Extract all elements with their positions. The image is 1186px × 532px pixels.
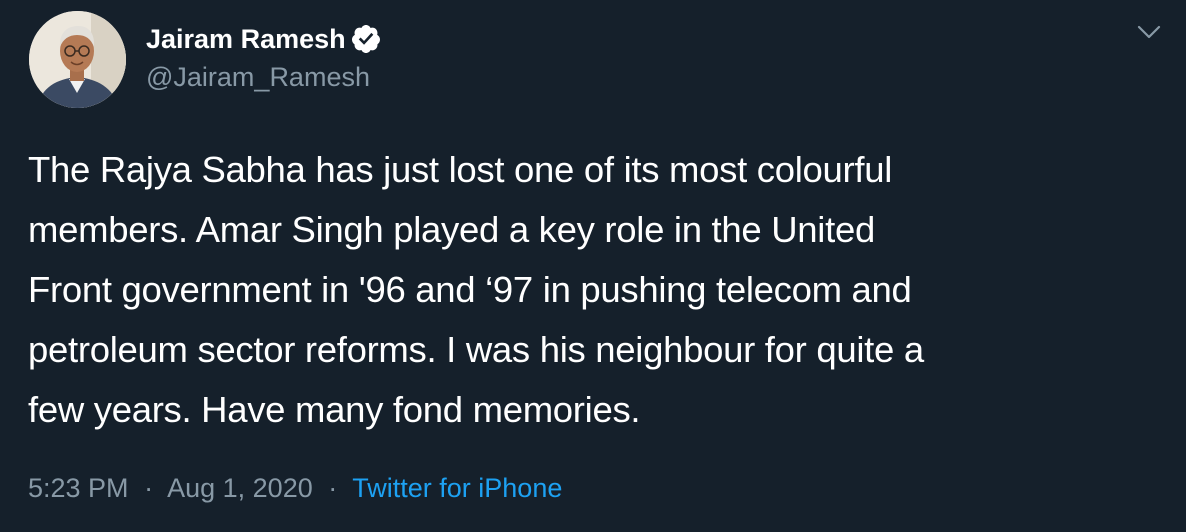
verified-badge-icon xyxy=(350,23,382,55)
tweet-card: Jairam Ramesh @Jairam_Ramesh The Rajya S… xyxy=(0,0,1186,532)
tweet-text-line: petroleum sector reforms. I was his neig… xyxy=(28,329,924,370)
author-block[interactable]: Jairam Ramesh @Jairam_Ramesh xyxy=(146,21,382,96)
tweet-source-link[interactable]: Twitter for iPhone xyxy=(352,473,562,503)
avatar[interactable] xyxy=(29,11,126,108)
display-name[interactable]: Jairam Ramesh xyxy=(146,21,346,57)
tweet-text: The Rajya Sabha has just lost one of its… xyxy=(28,140,1168,440)
tweet-metadata: 5:23 PM · Aug 1, 2020 · Twitter for iPho… xyxy=(28,470,562,506)
user-handle[interactable]: @Jairam_Ramesh xyxy=(146,58,382,96)
avatar-portrait-image xyxy=(29,11,126,108)
tweet-text-line: The Rajya Sabha has just lost one of its… xyxy=(28,149,893,190)
meta-separator: · xyxy=(144,473,154,503)
meta-separator: · xyxy=(328,473,338,503)
tweet-text-line: Front government in '96 and ‘97 in pushi… xyxy=(28,269,912,310)
tweet-date[interactable]: Aug 1, 2020 xyxy=(167,473,313,503)
tweet-text-line: members. Amar Singh played a key role in… xyxy=(28,209,875,250)
chevron-down-icon[interactable] xyxy=(1135,22,1163,44)
tweet-text-line: few years. Have many fond memories. xyxy=(28,389,641,430)
tweet-time[interactable]: 5:23 PM xyxy=(28,473,129,503)
author-name-row: Jairam Ramesh xyxy=(146,21,382,57)
